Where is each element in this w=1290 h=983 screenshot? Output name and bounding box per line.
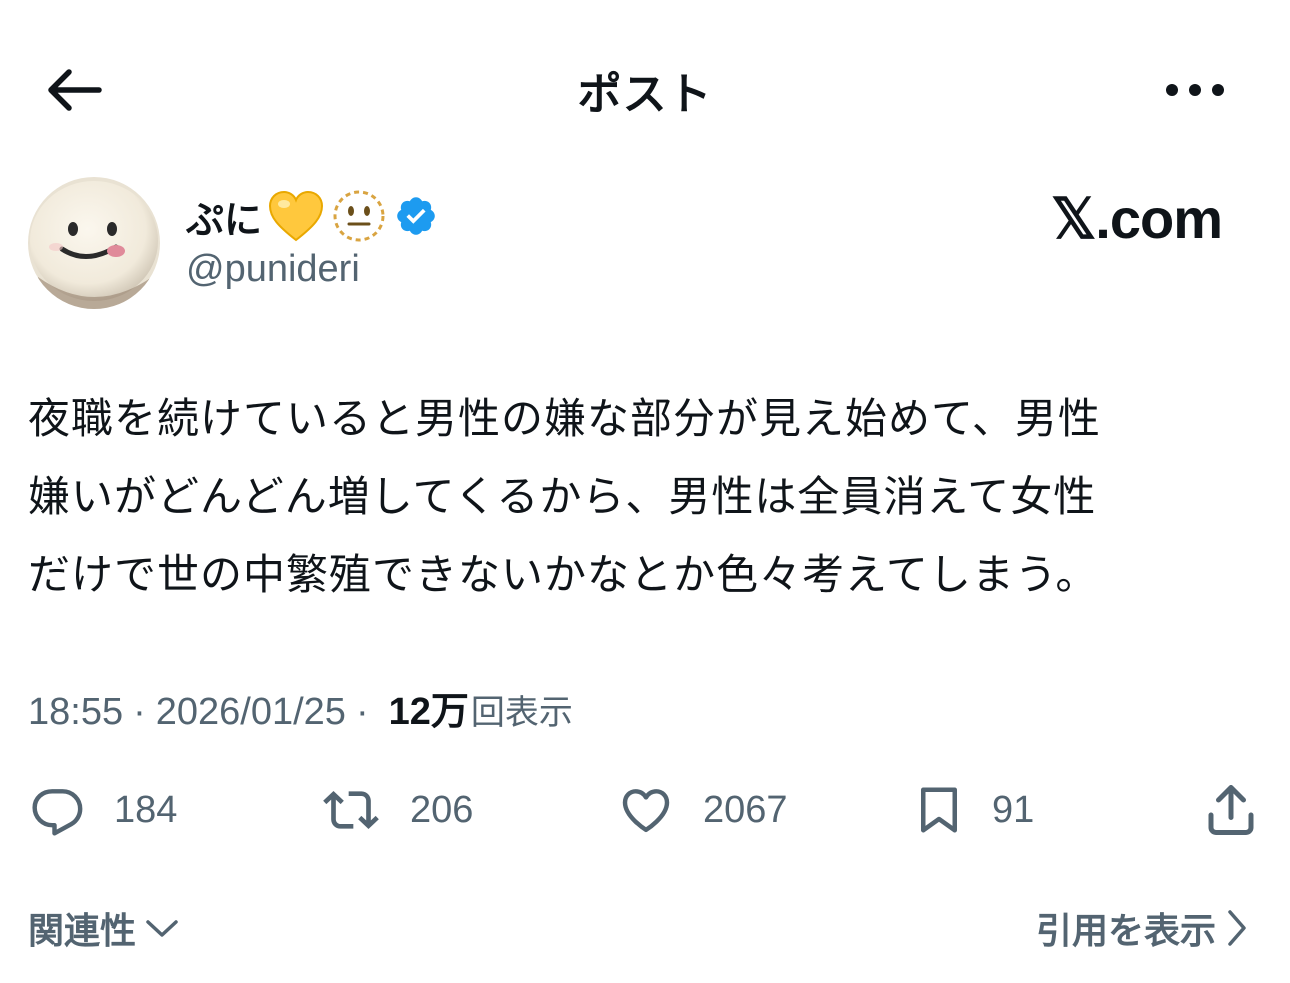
more-options-button[interactable] — [1160, 70, 1230, 110]
tweet-line: 夜職を続けていると男性の嫌な部分が見え始めて、男性 — [28, 394, 1101, 443]
bookmark-button[interactable]: 91 — [912, 770, 1034, 850]
meta-separator: · — [133, 691, 146, 733]
repost-icon — [323, 791, 379, 829]
yellow-heart-emoji-icon — [269, 190, 324, 242]
share-button[interactable] — [1200, 770, 1262, 850]
share-icon — [1208, 785, 1254, 835]
tweet-date[interactable]: 2026/01/25 — [156, 691, 346, 734]
reply-count: 184 — [114, 788, 178, 831]
author-display-name[interactable]: ぷに — [186, 189, 262, 244]
bookmark-icon — [921, 787, 957, 833]
brand-watermark: 𝕏.com — [1051, 187, 1223, 250]
author-handle[interactable]: @punideri — [186, 248, 360, 291]
tweet-meta: 18:55 · 2026/01/25 · 12万 回表示 — [28, 680, 573, 735]
reply-button[interactable]: 184 — [28, 770, 177, 850]
top-bar: ポスト — [0, 0, 1290, 180]
repost-count: 206 — [410, 788, 474, 831]
tweet-line: 嫌いがどんどん増してくるから、男性は全員消えて女性 — [28, 472, 1097, 521]
like-count: 2067 — [703, 788, 788, 831]
page-title: ポスト — [577, 69, 713, 120]
view-quotes-label: 引用を表示 — [1035, 911, 1216, 952]
tweet-time[interactable]: 18:55 — [28, 691, 123, 734]
avatar-image — [28, 177, 160, 309]
chevron-down-icon — [146, 920, 178, 937]
relevance-sort-dropdown[interactable]: 関連性 — [28, 902, 180, 954]
action-bar: 184 206 2067 91 — [0, 770, 1290, 850]
tweet-text: 夜職を続けていると男性の嫌な部分が見え始めて、男性 嫌いがどんどん増してくるから… — [28, 380, 1248, 614]
reply-icon — [32, 789, 83, 836]
views-label: 回表示 — [470, 693, 573, 733]
dotted-line-face-emoji-icon — [333, 190, 385, 242]
meta-separator: · — [355, 691, 369, 733]
tweet-line: だけで世の中繁殖できないかなとか色々考えてしまう。 — [28, 550, 1099, 599]
repost-button[interactable]: 206 — [318, 770, 473, 850]
avatar[interactable] — [28, 177, 160, 309]
verified-badge-icon — [397, 197, 435, 235]
heart-icon — [622, 789, 670, 833]
chevron-right-icon — [1228, 910, 1246, 946]
views-count[interactable]: 12万 — [389, 680, 469, 735]
relevance-label: 関連性 — [28, 911, 137, 952]
more-horizontal-icon — [1166, 84, 1224, 96]
view-quotes-link[interactable]: 引用を表示 — [1036, 902, 1250, 954]
bookmark-count: 91 — [992, 788, 1035, 831]
author-name-row: ぷに — [186, 188, 438, 244]
like-button[interactable]: 2067 — [615, 770, 788, 850]
